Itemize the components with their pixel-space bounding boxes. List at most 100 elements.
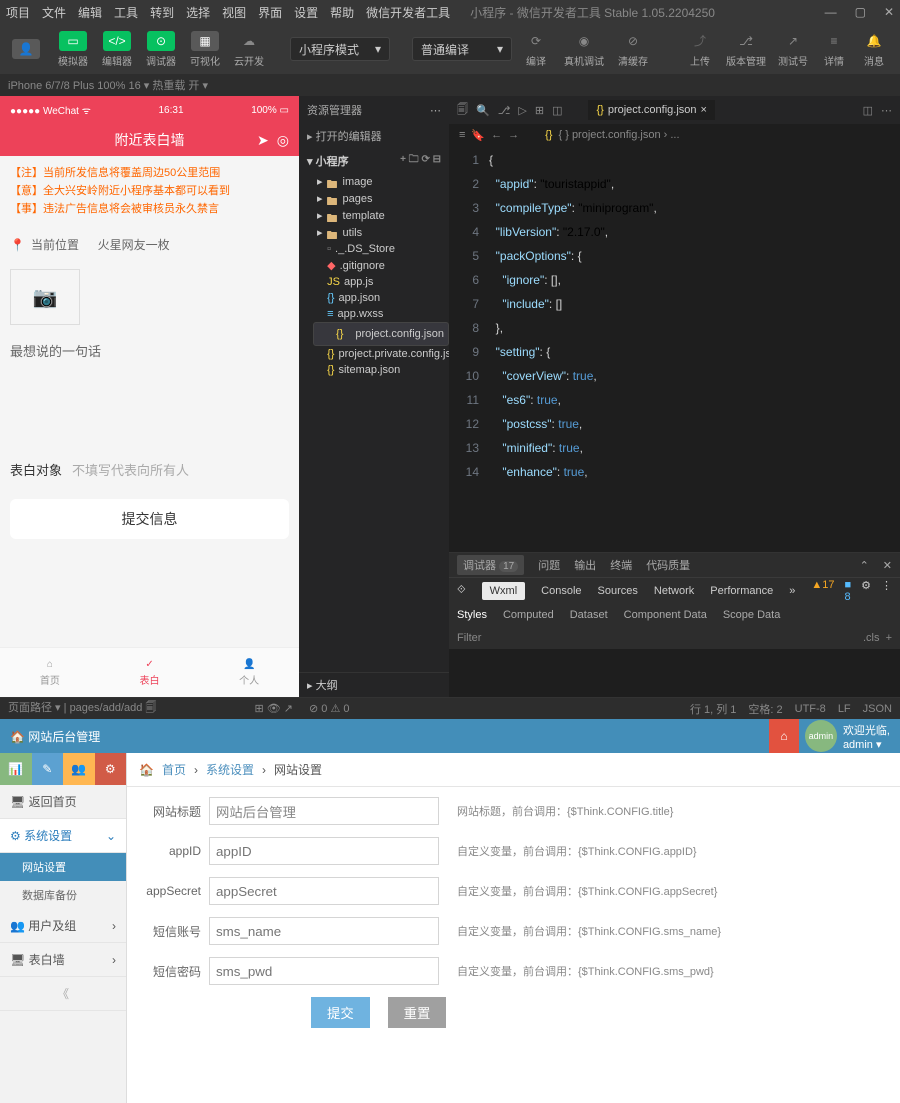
tree-file[interactable]: {}project.private.config.js... bbox=[313, 346, 449, 362]
simulator-button[interactable]: ▭ bbox=[59, 31, 87, 51]
sources-tab[interactable]: Sources bbox=[598, 585, 638, 597]
action-icon[interactable]: ⊞ bbox=[254, 703, 263, 715]
image-placeholder[interactable]: 📷 bbox=[10, 269, 80, 325]
filter-input[interactable]: Filter bbox=[457, 632, 481, 644]
sidebar-home[interactable]: 🖥 返回首页 bbox=[0, 785, 126, 819]
target-placeholder[interactable]: 不填写代表向所有人 bbox=[72, 460, 189, 479]
scope-tab[interactable]: Scope Data bbox=[723, 609, 780, 621]
sidebar-system[interactable]: ⚙ 系统设置⌄ bbox=[0, 819, 126, 853]
editor-button[interactable]: </> bbox=[103, 31, 131, 51]
message-button[interactable]: 🔔 bbox=[860, 31, 888, 51]
problems-tab[interactable]: 问题 bbox=[538, 557, 560, 573]
terminal-tab[interactable]: 终端 bbox=[610, 557, 632, 573]
debugger-button[interactable]: ⊙ bbox=[147, 31, 175, 51]
quality-tab[interactable]: 代码质量 bbox=[646, 557, 690, 573]
nav-fwd-icon[interactable]: → bbox=[508, 129, 519, 141]
maximize-icon[interactable]: ▢ bbox=[855, 5, 866, 19]
encoding[interactable]: UTF-8 bbox=[795, 703, 826, 715]
sidebar-collapse[interactable]: 《 bbox=[0, 977, 126, 1011]
warning-count[interactable]: ▲17 bbox=[811, 579, 834, 603]
form-input[interactable] bbox=[209, 837, 439, 865]
editor-action-icon[interactable]: ⎇ bbox=[498, 104, 511, 117]
tree-folder[interactable]: ▸ 🖿image bbox=[313, 173, 449, 190]
menu-item[interactable]: 编辑 bbox=[78, 4, 102, 21]
tree-file-active[interactable]: {}project.config.json bbox=[313, 322, 449, 346]
submit-button[interactable]: 提交 bbox=[311, 997, 370, 1028]
test-button[interactable]: ↗ bbox=[779, 31, 807, 51]
styles-tab[interactable]: Styles bbox=[457, 609, 487, 621]
menu-item[interactable]: 工具 bbox=[114, 4, 138, 21]
preview-button[interactable]: ◉ bbox=[570, 31, 598, 51]
folder-actions[interactable]: + 🗀 ⟳ ⊟ bbox=[400, 152, 441, 169]
tree-file[interactable]: {}app.json bbox=[313, 290, 449, 306]
quick-btn[interactable]: 👥 bbox=[63, 753, 95, 785]
output-tab[interactable]: 输出 bbox=[574, 557, 596, 573]
editor-action-icon[interactable]: ◫ bbox=[552, 104, 562, 117]
menu-item[interactable]: 微信开发者工具 bbox=[366, 4, 450, 21]
submit-button[interactable]: 提交信息 bbox=[10, 499, 289, 539]
language[interactable]: JSON bbox=[863, 703, 892, 715]
bookmark-icon[interactable]: 🔖 bbox=[471, 129, 485, 142]
nav-back-icon[interactable]: ← bbox=[491, 129, 502, 141]
device-bar[interactable]: iPhone 6/7/8 Plus 100% 16 ▾ 热重载 开 ▾ bbox=[0, 74, 900, 96]
debugger-tab[interactable]: 调试器 17 bbox=[457, 555, 524, 575]
tree-file[interactable]: ≡app.wxss bbox=[313, 306, 449, 322]
crumb-sys[interactable]: 系统设置 bbox=[206, 761, 254, 778]
computed-tab[interactable]: Computed bbox=[503, 609, 554, 621]
menu-item[interactable]: 界面 bbox=[258, 4, 282, 21]
cloud-button[interactable]: ☁ bbox=[235, 31, 263, 51]
menu-item[interactable]: 项目 bbox=[6, 4, 30, 21]
more-tabs-icon[interactable]: » bbox=[789, 585, 795, 597]
sidebar-users[interactable]: 👥 用户及组› bbox=[0, 909, 126, 943]
menu-item[interactable]: 文件 bbox=[42, 4, 66, 21]
collapse-icon[interactable]: ⌃ bbox=[860, 559, 869, 572]
editor-action-icon[interactable]: ▷ bbox=[518, 104, 526, 117]
menu-item[interactable]: 帮助 bbox=[330, 4, 354, 21]
editor-action-icon[interactable]: 🔍 bbox=[476, 104, 490, 117]
expand-icon[interactable]: ↗ bbox=[284, 703, 293, 715]
nav-icon[interactable]: ➤ bbox=[257, 132, 269, 149]
split-icon[interactable]: ◫ bbox=[863, 104, 873, 117]
tab-profile[interactable]: 👤个人 bbox=[199, 648, 299, 697]
tree-file[interactable]: ▫._.DS_Store bbox=[313, 241, 449, 257]
compile-button[interactable]: ⟳ bbox=[522, 31, 550, 51]
menu-item[interactable]: 视图 bbox=[222, 4, 246, 21]
detail-button[interactable]: ≡ bbox=[820, 31, 848, 51]
sidebar-web-settings[interactable]: 网站设置 bbox=[0, 853, 126, 881]
outline-section[interactable]: ▸ 大纲 bbox=[307, 677, 441, 693]
quick-btn[interactable]: ✎ bbox=[32, 753, 64, 785]
performance-tab[interactable]: Performance bbox=[710, 585, 773, 597]
network-tab[interactable]: Network bbox=[654, 585, 694, 597]
menu-item[interactable]: 选择 bbox=[186, 4, 210, 21]
inspect-icon[interactable]: ⟐ bbox=[457, 584, 466, 597]
tab-confess[interactable]: ✓表白 bbox=[100, 648, 200, 697]
open-editors-section[interactable]: ▸ 打开的编辑器 bbox=[299, 124, 449, 148]
wxml-tab[interactable]: Wxml bbox=[482, 582, 526, 600]
editor-action-icon[interactable]: 🗐 bbox=[457, 101, 468, 120]
compile-select[interactable]: 普通编译▾ bbox=[412, 37, 512, 61]
tree-folder[interactable]: ▸ 🖿pages bbox=[313, 190, 449, 207]
form-input[interactable] bbox=[209, 957, 439, 985]
gear-icon[interactable]: ⚙ bbox=[861, 579, 871, 603]
tree-file[interactable]: {}sitemap.json bbox=[313, 362, 449, 378]
eol[interactable]: LF bbox=[838, 703, 851, 715]
visual-button[interactable]: ▦ bbox=[191, 31, 219, 51]
more-icon[interactable]: ⋮ bbox=[881, 579, 892, 603]
code-area[interactable]: 1234567891011121314 { "appid": "tourista… bbox=[449, 146, 900, 552]
copy-icon[interactable]: 🗐 bbox=[145, 702, 156, 714]
add-icon[interactable]: + bbox=[886, 632, 892, 644]
tree-file[interactable]: ◆.gitignore bbox=[313, 257, 449, 274]
dataset-tab[interactable]: Dataset bbox=[570, 609, 608, 621]
close-icon[interactable]: ✕ bbox=[883, 559, 892, 572]
upload-button[interactable]: ⤴ bbox=[686, 31, 714, 51]
editor-tab[interactable]: {}project.config.json× bbox=[588, 100, 714, 120]
reset-button[interactable]: 重置 bbox=[388, 997, 447, 1028]
cursor-pos[interactable]: 行 1, 列 1 bbox=[690, 701, 736, 717]
tab-home[interactable]: ⌂首页 bbox=[0, 648, 100, 697]
avatar-icon[interactable]: 👤 bbox=[12, 39, 40, 59]
cls-toggle[interactable]: .cls bbox=[863, 632, 880, 644]
component-tab[interactable]: Component Data bbox=[624, 609, 707, 621]
tree-folder[interactable]: ▸ 🖿template bbox=[313, 207, 449, 224]
version-button[interactable]: ⎇ bbox=[732, 31, 760, 51]
mode-select[interactable]: 小程序模式▾ bbox=[290, 37, 390, 61]
